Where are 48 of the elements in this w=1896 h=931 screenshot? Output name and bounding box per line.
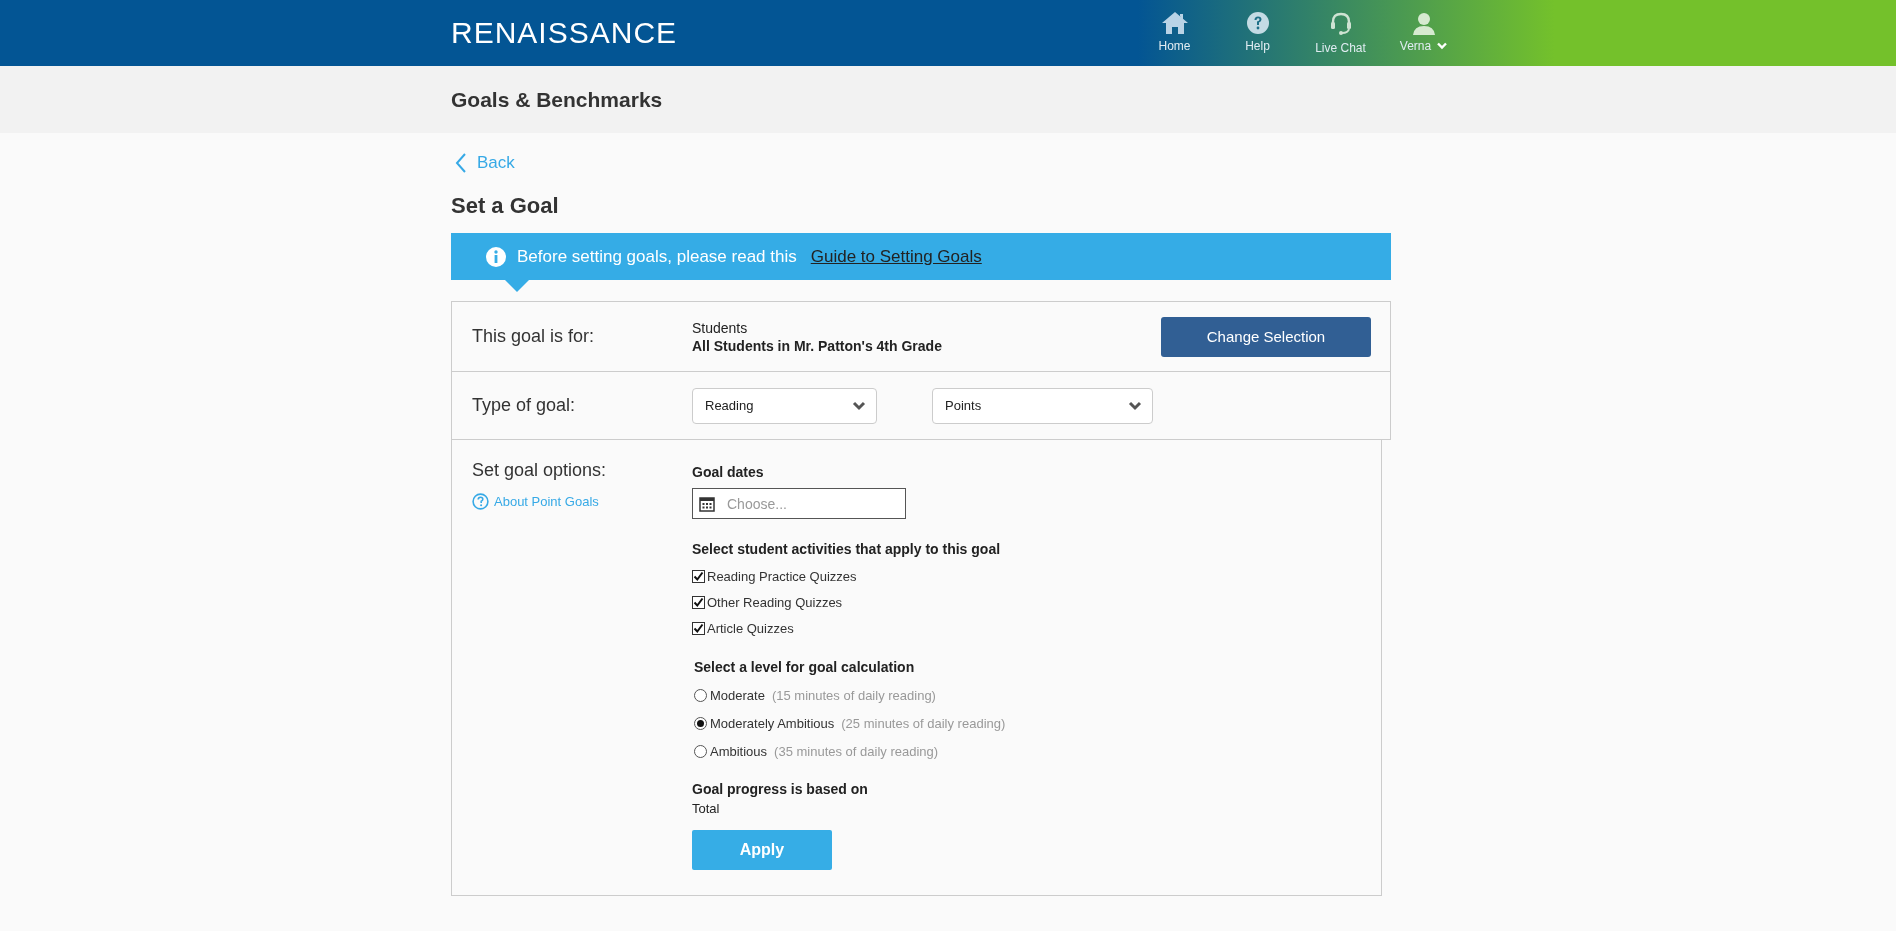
radio-note: (35 minutes of daily reading) [774, 743, 939, 759]
radio-label: Moderately Ambitious [710, 715, 835, 731]
help-icon [472, 493, 489, 510]
selection-name: All Students in Mr. Patton's 4th Grade [692, 337, 942, 354]
headset-icon [1328, 11, 1353, 37]
row-label: This goal is for: [472, 326, 596, 347]
nav-link[interactable]: Live Chat [1299, 11, 1382, 55]
change-selection-button[interactable]: Change Selection [1161, 316, 1371, 357]
date-input[interactable]: Choose... [725, 494, 899, 513]
nav-link[interactable]: Home [1133, 11, 1216, 55]
checkbox-label: Reading Practice Quizzes [707, 568, 857, 584]
home-icon [1160, 11, 1189, 35]
row-label: Set goal options: [472, 460, 608, 481]
checkbox[interactable] [692, 569, 705, 583]
radio-button[interactable] [694, 716, 707, 730]
radio-label: Ambitious [710, 743, 768, 759]
field-heading: Goal dates [692, 464, 764, 480]
checkbox-label: Other Reading Quizzes [707, 594, 843, 610]
checkbox-label: Article Quizzes [707, 620, 794, 636]
help-icon [1245, 11, 1270, 35]
radio-label: Moderate [710, 687, 765, 703]
nav-link[interactable]: Help [1216, 11, 1299, 55]
progress-basis: Total [692, 801, 720, 816]
calendar-icon [699, 495, 715, 512]
banner-text: Before setting goals, please read this [517, 246, 797, 267]
chevron-down-icon [1128, 400, 1142, 411]
section-title: Goals & Benchmarks [451, 87, 663, 112]
radio-button[interactable] [694, 688, 707, 702]
date-field[interactable]: Choose... [692, 488, 906, 519]
logo[interactable]: RENAISSANCE [451, 16, 678, 50]
chevron-left-icon [455, 153, 467, 173]
guide-link[interactable]: Guide to Setting Goals [810, 246, 982, 267]
dropdown[interactable]: Reading [692, 387, 877, 424]
page-title: Set a Goal [451, 193, 560, 219]
user-icon [1411, 11, 1436, 35]
checkbox[interactable] [692, 621, 705, 635]
radio-button[interactable] [694, 744, 707, 758]
radio-note: (15 minutes of daily reading) [771, 687, 936, 703]
row-label: Type of goal: [472, 395, 577, 416]
selection-group: Students [692, 319, 942, 336]
checkbox[interactable] [692, 595, 705, 609]
field-heading: Select student activities that apply to this goal [692, 541, 1001, 557]
chevron-down-icon [852, 400, 866, 411]
field-heading: Select a level for goal calculation [694, 659, 915, 675]
radio-note: (25 minutes of daily reading) [841, 715, 1006, 731]
field-heading: Goal progress is based on [692, 781, 868, 797]
info-icon [485, 245, 507, 268]
dropdown[interactable]: Points [932, 387, 1153, 424]
